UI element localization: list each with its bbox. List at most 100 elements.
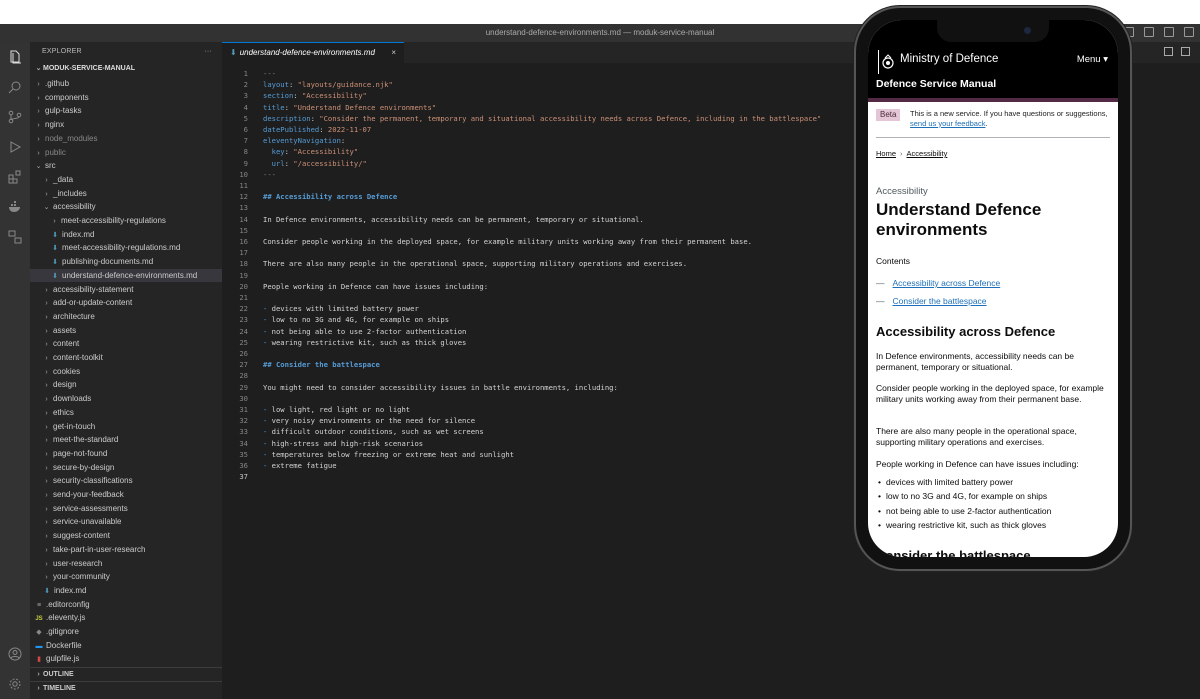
tree-item-label: user-research	[53, 558, 103, 568]
folder-item[interactable]: › service-unavailable	[30, 515, 222, 529]
folder-item[interactable]: › node_modules	[30, 132, 222, 146]
line-number: 37	[239, 472, 248, 482]
contents-link[interactable]: Consider the battlespace	[893, 296, 987, 306]
folder-item[interactable]: › design	[30, 378, 222, 392]
tree-item-label: index.md	[62, 229, 95, 239]
split-editor-icon[interactable]	[1181, 47, 1190, 56]
tab-understand-defence-environments[interactable]: ⬇ understand-defence-environments.md ×	[222, 42, 404, 63]
line-number: 7	[243, 136, 248, 146]
tree-item-label: gulp-tasks	[45, 106, 82, 116]
tree-item-label: Dockerfile	[46, 640, 82, 650]
file-item[interactable]: ▬ Dockerfile	[30, 639, 222, 653]
folder-item[interactable]: › page-not-found	[30, 447, 222, 461]
folder-item[interactable]: › cookies	[30, 365, 222, 379]
folder-item[interactable]: › content	[30, 337, 222, 351]
folder-item[interactable]: › user-research	[30, 557, 222, 571]
activity-bar	[0, 42, 30, 699]
customize-layout-icon[interactable]	[1184, 27, 1194, 37]
folder-item[interactable]: › suggest-content	[30, 529, 222, 543]
folder-item[interactable]: › downloads	[30, 392, 222, 406]
folder-item[interactable]: › accessibility-statement	[30, 283, 222, 297]
run-debug-icon[interactable]	[8, 140, 22, 154]
close-tab-icon[interactable]: ×	[391, 43, 396, 63]
line-number: 6	[243, 125, 248, 134]
contents-link[interactable]: Accessibility across Defence	[893, 278, 1001, 288]
extensions-icon[interactable]	[8, 170, 22, 184]
file-item[interactable]: ◆ .gitignore	[30, 625, 222, 639]
file-item[interactable]: ≡ .editorconfig	[30, 598, 222, 612]
source-control-icon[interactable]	[8, 110, 22, 124]
tree-item-label: publishing-documents.md	[62, 257, 154, 267]
folder-item[interactable]: › get-in-touch	[30, 420, 222, 434]
folder-item[interactable]: › meet-the-standard	[30, 433, 222, 447]
tree-item-label: cookies	[53, 366, 81, 376]
folder-item[interactable]: ⌄ accessibility	[30, 200, 222, 214]
file-item[interactable]: ⬇ index.md	[30, 584, 222, 598]
folder-item[interactable]: › gulp-tasks	[30, 104, 222, 118]
tree-item-label: meet-accessibility-regulations.md	[62, 243, 181, 253]
folder-item[interactable]: › ethics	[30, 406, 222, 420]
file-item[interactable]: ⬇ index.md	[30, 228, 222, 242]
line-number: 30	[239, 393, 248, 403]
account-icon[interactable]	[8, 647, 22, 661]
page-title: Understand Defence environments	[876, 200, 1042, 239]
docker-file-icon: ▬	[35, 642, 43, 650]
chevron-right-icon: ›	[45, 437, 48, 445]
list-item: not being able to use 2-factor authentic…	[878, 506, 1051, 516]
folder-item[interactable]: › assets	[30, 324, 222, 338]
workspace-root[interactable]: ⌄ MODUK-SERVICE-MANUAL	[30, 61, 222, 76]
folder-item[interactable]: › take-part-in-user-research	[30, 543, 222, 557]
folder-item[interactable]: › _data	[30, 173, 222, 187]
open-preview-icon[interactable]	[1164, 47, 1173, 56]
folder-item[interactable]: ⌄ src	[30, 159, 222, 173]
toggle-secondary-sidebar-icon[interactable]	[1164, 27, 1174, 37]
outline-section[interactable]: › OUTLINE	[30, 667, 222, 681]
settings-gear-icon[interactable]	[8, 677, 22, 691]
breadcrumb-accessibility[interactable]: Accessibility	[907, 149, 948, 158]
folder-item[interactable]: › .github	[30, 77, 222, 91]
folder-item[interactable]: › content-toolkit	[30, 351, 222, 365]
beta-end: .	[985, 118, 988, 128]
chevron-right-icon: ›	[45, 341, 48, 349]
tree-item-label: assets	[53, 325, 77, 335]
search-icon[interactable]	[8, 80, 22, 94]
timeline-section[interactable]: › TIMELINE	[30, 681, 222, 695]
breadcrumb-home[interactable]: Home	[876, 149, 896, 158]
folder-item[interactable]: › _includes	[30, 187, 222, 201]
contents-item[interactable]: — Accessibility across Defence	[876, 278, 1000, 288]
file-item[interactable]: ▮ gulpfile.js	[30, 652, 222, 666]
phone-notch	[937, 20, 1049, 42]
file-item[interactable]: ⬇ publishing-documents.md	[30, 255, 222, 269]
folder-item[interactable]: › public	[30, 146, 222, 160]
file-item[interactable]: JS .eleventy.js	[30, 611, 222, 625]
line-number: 10	[239, 169, 248, 179]
remote-explorer-icon[interactable]	[8, 230, 22, 244]
folder-item[interactable]: › secure-by-design	[30, 461, 222, 475]
folder-item[interactable]: › service-assessments	[30, 502, 222, 516]
folder-item[interactable]: › meet-accessibility-regulations	[30, 214, 222, 228]
folder-item[interactable]: › send-your-feedback	[30, 488, 222, 502]
folder-item[interactable]: › security-classifications	[30, 474, 222, 488]
line-number: 26	[239, 349, 248, 358]
docker-icon[interactable]	[8, 200, 22, 214]
contents-item[interactable]: — Consider the battlespace	[876, 296, 987, 306]
cfg-file-icon: ≡	[36, 601, 42, 609]
folder-item[interactable]: › components	[30, 91, 222, 105]
file-item[interactable]: ⬇ understand-defence-environments.md	[30, 268, 222, 283]
code-token: title	[263, 102, 285, 112]
folder-item[interactable]: › add-or-update-content	[30, 296, 222, 310]
feedback-link[interactable]: send us your feedback	[910, 119, 985, 128]
tab-label: understand-defence-environments.md	[239, 48, 375, 57]
service-name[interactable]: Defence Service Manual	[876, 78, 996, 90]
org-name[interactable]: Ministry of Defence	[900, 53, 998, 65]
files-icon[interactable]	[8, 50, 22, 64]
menu-button[interactable]: Menu ▾	[1077, 54, 1108, 65]
folder-item[interactable]: › your-community	[30, 570, 222, 584]
folder-item[interactable]: › architecture	[30, 310, 222, 324]
folder-item[interactable]: › nginx	[30, 118, 222, 132]
toggle-panel-icon[interactable]	[1144, 27, 1154, 37]
file-item[interactable]: ⬇ meet-accessibility-regulations.md	[30, 241, 222, 255]
line-text: section: "Accessibility"	[263, 90, 367, 101]
more-actions-icon[interactable]: ···	[204, 42, 212, 61]
code-token: You might need to consider accessibility…	[263, 382, 618, 392]
